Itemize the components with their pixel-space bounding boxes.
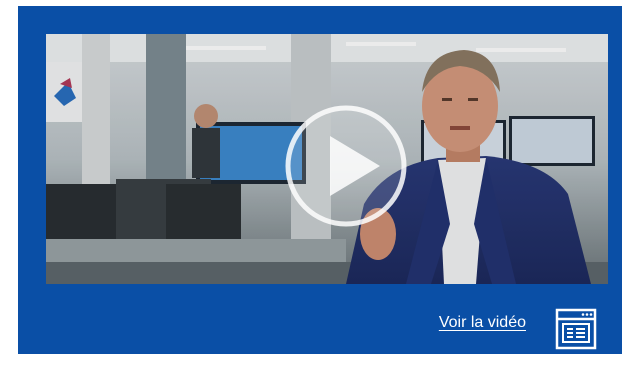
- watch-video-link[interactable]: Voir la vidéo: [439, 314, 526, 332]
- video-footer: Voir la vidéo: [18, 294, 622, 354]
- video-thumbnail[interactable]: [46, 34, 608, 284]
- video-player-icon[interactable]: [555, 308, 597, 350]
- video-card: Voir la vidéo: [18, 6, 622, 354]
- play-icon[interactable]: [284, 104, 408, 228]
